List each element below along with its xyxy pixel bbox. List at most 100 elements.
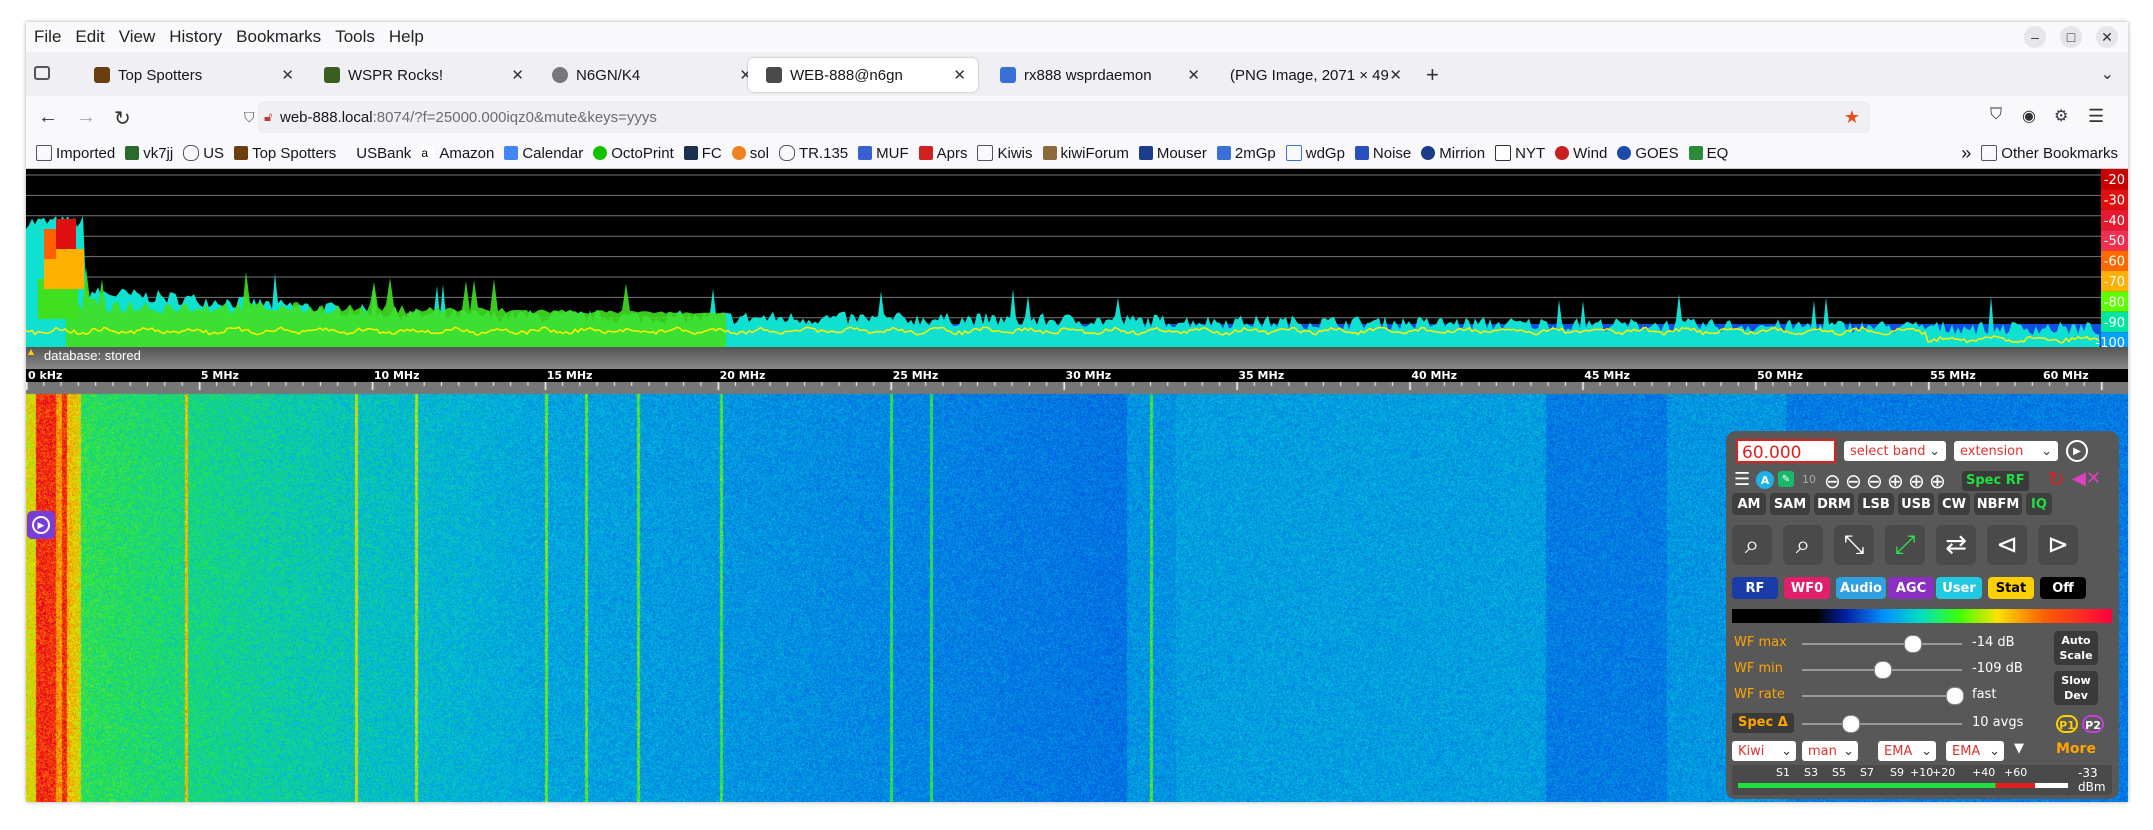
bookmark-noise[interactable]: Noise — [1354, 145, 1411, 162]
panel-tab-agc[interactable]: AGC — [1888, 577, 1934, 599]
menu-view[interactable]: View — [119, 27, 156, 47]
bookmark-folder-imported[interactable]: Imported — [36, 145, 115, 162]
tab-close-icon[interactable]: ✕ — [953, 66, 966, 84]
zoom-out-small-icon[interactable]: ⊖ — [1866, 469, 1883, 493]
mode-button-nbfm[interactable]: NBFM — [1974, 493, 2022, 515]
extensions-icon[interactable]: ⚙ — [2054, 106, 2068, 126]
next-page-icon[interactable]: ⊳ — [2038, 525, 2078, 565]
zoom-out-max-icon[interactable]: ⊖ — [1824, 469, 1841, 493]
close-icon[interactable]: ✕ — [2096, 26, 2118, 48]
bookmark-amazon[interactable]: a Amazon — [421, 145, 494, 162]
bookmark-star-icon[interactable]: ★ — [1844, 107, 1860, 128]
triangle-down-icon[interactable]: ▼ — [2014, 741, 2024, 756]
wf-max-slider-knob[interactable] — [1904, 635, 1923, 653]
swap-icon[interactable]: ⇄ — [1936, 525, 1976, 565]
man-select[interactable]: man ⌄ — [1802, 741, 1858, 761]
panel-tab-stat[interactable]: Stat — [1988, 577, 2034, 599]
mode-button-drm[interactable]: DRM — [1814, 493, 1854, 515]
shield-icon[interactable]: ⛉ — [244, 109, 255, 126]
tab-wspr-rocks[interactable]: WSPR Rocks! ✕ — [306, 58, 536, 92]
mode-button-lsb[interactable]: LSB — [1858, 493, 1894, 515]
more-button[interactable]: More — [2056, 741, 2096, 757]
ema-select-1[interactable]: EMA ⌄ — [1878, 741, 1936, 761]
tab-close-icon[interactable]: ✕ — [1187, 66, 1200, 84]
panel-tab-rf[interactable]: RF — [1732, 577, 1778, 599]
maximize-icon[interactable]: □ — [2060, 26, 2082, 48]
forward-icon[interactable]: → — [76, 106, 96, 129]
zoom-out-magnifier-icon[interactable]: ⌕ — [1783, 525, 1823, 565]
ema-select-2[interactable]: EMA ⌄ — [1946, 741, 2004, 761]
expand-icon[interactable]: ⤢ — [1885, 525, 1925, 565]
waterfall-menu-button[interactable]: ▶ — [27, 511, 55, 539]
wf-rate-slider[interactable] — [1802, 695, 1962, 697]
menu-help[interactable]: Help — [389, 27, 424, 47]
menu-edit[interactable]: Edit — [75, 27, 104, 47]
bookmark-mirrion[interactable]: Mirrion — [1421, 145, 1485, 162]
tab-png-image[interactable]: (PNG Image, 2071 × 494 pix✕ — [1210, 58, 1414, 92]
account-icon[interactable]: ◉ — [2022, 106, 2036, 126]
spec-delta-button[interactable]: Spec Δ — [1732, 713, 1794, 733]
bookmarks-overflow-icon[interactable]: » — [1961, 143, 1971, 164]
bookmark-wdgp[interactable]: wdGp — [1285, 145, 1345, 162]
bookmark-folder-kiwis[interactable]: Kiwis — [977, 145, 1033, 162]
tab-close-icon[interactable]: ✕ — [511, 66, 524, 84]
zoom-in-small-icon[interactable]: ⊕ — [1887, 469, 1904, 493]
bookmark-eq[interactable]: EQ — [1688, 145, 1728, 162]
mode-button-usb[interactable]: USB — [1898, 493, 1934, 515]
edit-icon[interactable]: ✎ — [1778, 471, 1794, 487]
menu-history[interactable]: History — [169, 27, 222, 47]
mode-button-iq[interactable]: IQ — [2026, 493, 2052, 515]
bookmark-wind[interactable]: Wind — [1555, 145, 1607, 162]
reload-icon[interactable]: ↻ — [114, 106, 131, 131]
mode-button-am[interactable]: AM — [1732, 493, 1766, 515]
bookmark-2mgp[interactable]: 2mGp — [1216, 145, 1276, 162]
bookmark-aprs[interactable]: Aprs — [918, 145, 967, 162]
panel-tab-audio[interactable]: Audio — [1836, 577, 1886, 599]
panel-tab-user[interactable]: User — [1936, 577, 1982, 599]
bookmark-tr135[interactable]: TR.135 — [778, 145, 848, 162]
spec-delta-slider-knob[interactable] — [1842, 715, 1860, 733]
tab-overview-icon[interactable] — [34, 66, 50, 80]
spec-delta-slider[interactable] — [1802, 723, 1962, 725]
bookmark-calendar[interactable]: Calendar — [504, 145, 583, 162]
url-bar[interactable]: ⛉ 🔓︎ web-888.local:8074/?f=25000.000iqz0… — [244, 101, 1870, 133]
wf-min-slider-knob[interactable] — [1874, 661, 1892, 679]
tab-close-icon[interactable]: ✕ — [1389, 66, 1402, 84]
minimize-icon[interactable]: – — [2024, 26, 2046, 48]
collapse-icon[interactable]: ⤡ — [1834, 525, 1874, 565]
prev-page-icon[interactable]: ⊲ — [1987, 525, 2027, 565]
mode-button-sam[interactable]: SAM — [1770, 493, 1810, 515]
bookmark-fc[interactable]: FC — [683, 145, 722, 162]
bookmark-octoprint[interactable]: OctoPrint — [593, 145, 674, 162]
wf-rate-slider-knob[interactable] — [1946, 687, 1964, 705]
wf-max-slider[interactable] — [1802, 643, 1962, 645]
menu-file[interactable]: File — [34, 27, 61, 47]
app-menu-icon[interactable]: ☰ — [2088, 106, 2104, 127]
zoom-in-magnifier-icon[interactable]: ⌕ — [1732, 525, 1772, 565]
zoom-in-icon[interactable]: ⊕ — [1908, 469, 1925, 493]
panel-tab-wf0[interactable]: WF0 — [1784, 577, 1830, 599]
extension-select[interactable]: extension ⌄ — [1954, 441, 2058, 461]
antenna-a-icon[interactable]: A — [1756, 471, 1774, 489]
tab-top-spotters[interactable]: Top Spotters ✕ — [76, 58, 306, 92]
bookmark-top-spotters[interactable]: Top Spotters — [234, 145, 336, 162]
bookmark-kiwiforum[interactable]: kiwiForum — [1042, 145, 1129, 162]
kiwi-select[interactable]: Kiwi ⌄ — [1732, 741, 1796, 761]
mute-icon[interactable]: ◀✕ — [2072, 468, 2101, 489]
mode-button-cw[interactable]: CW — [1938, 493, 1970, 515]
spectrum-display[interactable]: -20-30-40-50-60-70-80-90-100-110database… — [26, 169, 2128, 369]
bookmark-nyt[interactable]: NYT — [1495, 145, 1545, 162]
refresh-icon[interactable]: ↻ — [2048, 467, 2065, 491]
panel-tab-off[interactable]: Off — [2040, 577, 2086, 599]
zoom-in-max-icon[interactable]: ⊕ — [1929, 469, 1946, 493]
menu-bookmarks[interactable]: Bookmarks — [236, 27, 321, 47]
bookmark-sol[interactable]: sol — [731, 145, 769, 162]
p1-button[interactable]: P1 — [2056, 715, 2078, 733]
bookmark-mouser[interactable]: Mouser — [1138, 145, 1207, 162]
bookmark-vk7jj[interactable]: vk7jj — [125, 145, 173, 162]
tab-close-icon[interactable]: ✕ — [281, 66, 294, 84]
pocket-icon[interactable]: ⛉ — [1990, 106, 2002, 124]
bookmark-goes[interactable]: GOES — [1617, 145, 1679, 162]
frequency-input[interactable]: 60.000 — [1736, 439, 1836, 463]
tab-rx888-wsprdaemon[interactable]: rx888 wsprdaemon ✕ — [982, 58, 1212, 92]
